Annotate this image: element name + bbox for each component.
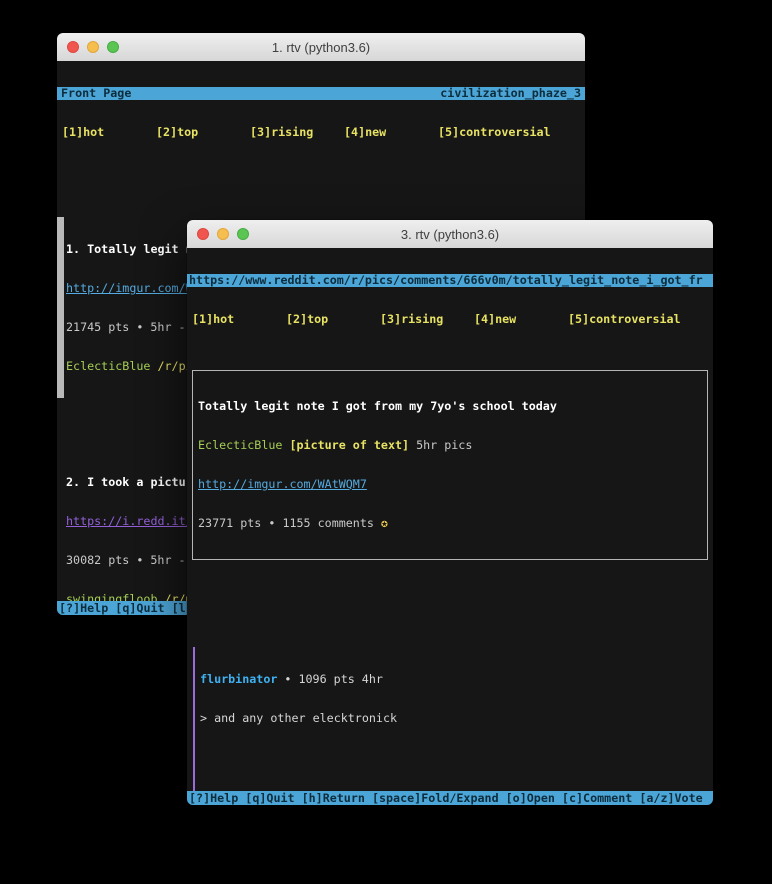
comment-meta: • 1096 pts 4hr [284, 672, 383, 686]
window-title: 3. rtv (python3.6) [401, 227, 499, 242]
tab-top[interactable]: [2]top [286, 313, 380, 326]
close-icon[interactable] [197, 228, 209, 240]
sort-tabs: [1]hot[2]top[3]rising[4]new[5]controvers… [187, 313, 713, 326]
comment-author[interactable]: flurbinator [200, 672, 277, 686]
tab-rising[interactable]: [3]rising [380, 313, 474, 326]
comment-text [200, 751, 713, 764]
post-score: 21745 pts [66, 320, 129, 334]
tab-new[interactable]: [4]new [474, 313, 568, 326]
sort-tabs: [1]hot[2]top[3]rising[4]new[5]controvers… [57, 126, 585, 139]
submission-flair: [picture of text] [289, 438, 409, 452]
subreddit-label: civilization_phaze_3 [440, 87, 581, 100]
post-score: 30082 pts [66, 553, 129, 567]
tab-rising[interactable]: [3]rising [250, 126, 344, 139]
post-author[interactable]: EclecticBlue [66, 359, 150, 373]
tab-controversial[interactable]: [5]controversial [568, 313, 662, 326]
window-titlebar[interactable]: 3. rtv (python3.6) [187, 220, 713, 249]
comment[interactable]: flurbinator • 1096 pts 4hr > and any othe… [193, 647, 713, 805]
gilded-icon: ✪ [381, 516, 388, 530]
window-titlebar[interactable]: 1. rtv (python3.6) [57, 33, 585, 62]
tab-top[interactable]: [2]top [156, 126, 250, 139]
tab-hot[interactable]: [1]hot [62, 126, 156, 139]
comment-text: > and any other elecktronick [200, 712, 713, 725]
zoom-icon[interactable] [107, 41, 119, 53]
submission-card[interactable]: Totally legit note I got from my 7yo's s… [192, 370, 708, 560]
submission-author[interactable]: EclecticBlue [198, 438, 282, 452]
submission-meta: 5hr pics [416, 438, 472, 452]
comment-thread: flurbinator • 1096 pts 4hr > and any othe… [187, 608, 713, 805]
front-page-label: Front Page [61, 87, 131, 100]
terminal-window-comments: 3. rtv (python3.6) https://www.reddit.co… [187, 220, 713, 805]
terminal-content: https://www.reddit.com/r/pics/comments/6… [187, 248, 713, 805]
submission-title: Totally legit note I got from my 7yo's s… [198, 400, 702, 413]
close-icon[interactable] [67, 41, 79, 53]
tab-hot[interactable]: [1]hot [192, 313, 286, 326]
traffic-lights [67, 41, 119, 53]
traffic-lights [197, 228, 249, 240]
tab-new[interactable]: [4]new [344, 126, 438, 139]
tab-controversial[interactable]: [5]controversial [438, 126, 532, 139]
address-bar: https://www.reddit.com/r/pics/comments/6… [187, 274, 713, 287]
minimize-icon[interactable] [87, 41, 99, 53]
window-title: 1. rtv (python3.6) [272, 40, 370, 55]
page-header-bar: Front Page civilization_phaze_3 [57, 87, 585, 100]
submission-stats: 23771 pts • 1155 comments [198, 516, 374, 530]
minimize-icon[interactable] [217, 228, 229, 240]
submission-link[interactable]: http://imgur.com/WAtWQM7 [198, 477, 367, 491]
vote-icon[interactable]: • [136, 553, 143, 567]
desktop-background: 1. rtv (python3.6) Front Page civilizati… [0, 0, 772, 884]
status-bar: [?]Help [q]Quit [h]Return [space]Fold/Ex… [187, 791, 713, 805]
vote-icon[interactable]: • [136, 320, 143, 334]
zoom-icon[interactable] [237, 228, 249, 240]
